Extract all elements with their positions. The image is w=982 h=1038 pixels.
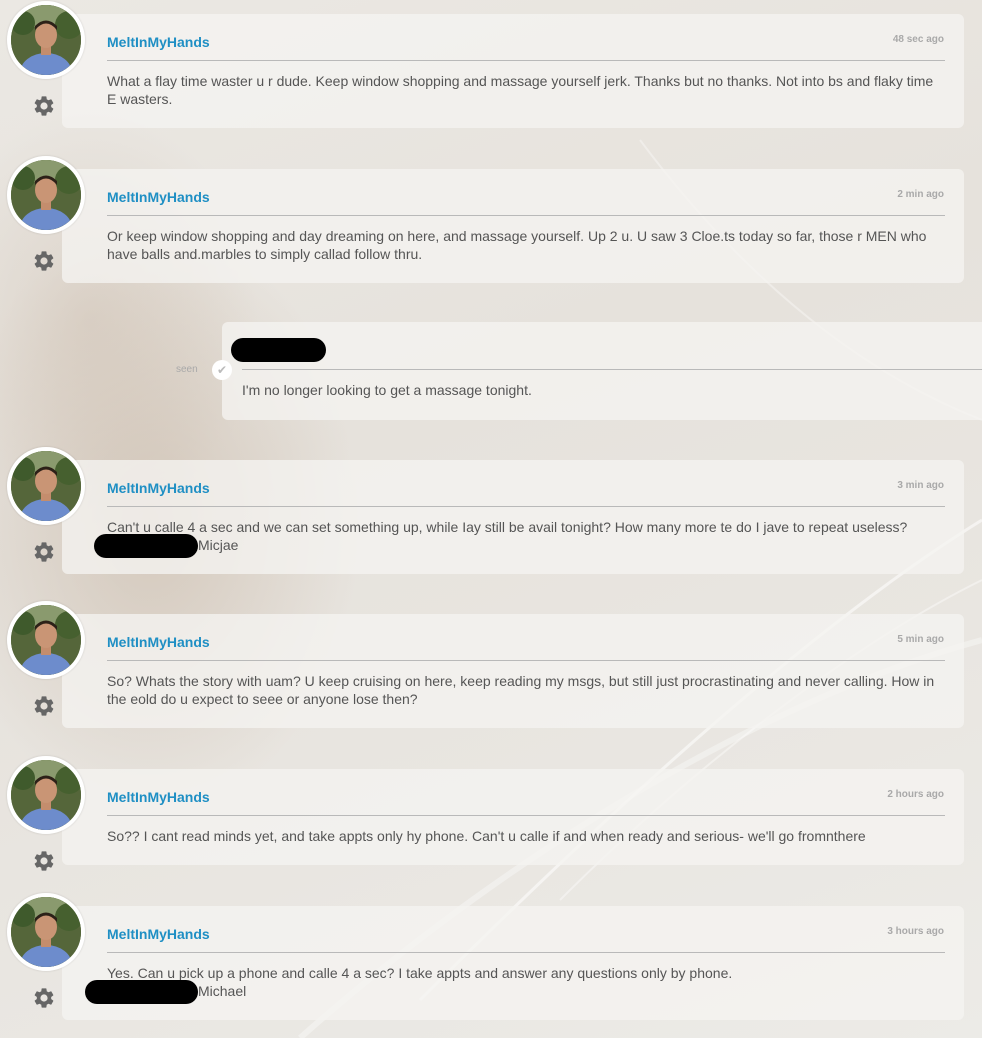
message-item: MeltInMyHands 3 hours ago Yes. Can u pic… — [0, 892, 982, 1032]
message-text: Or keep window shopping and day dreaming… — [107, 228, 927, 262]
sender-name[interactable]: MeltInMyHands — [107, 634, 210, 650]
redaction — [85, 980, 198, 1004]
message-item: MeltInMyHands 3 min ago Can't u calle 4 … — [0, 446, 982, 586]
redaction — [231, 338, 326, 362]
message-bubble: MeltInMyHands 2 min ago Or keep window s… — [62, 169, 964, 283]
checkmark-icon: ✔ — [212, 360, 232, 380]
message-bubble: MeltInMyHands 48 sec ago What a flay tim… — [62, 14, 964, 128]
message-timestamp: 2 hours ago — [887, 789, 944, 800]
gear-icon[interactable] — [32, 540, 56, 564]
redaction — [94, 534, 198, 558]
avatar[interactable] — [7, 893, 85, 971]
reply-text: I'm no longer looking to get a massage t… — [242, 382, 532, 398]
avatar[interactable] — [7, 601, 85, 679]
message-bubble: MeltInMyHands 3 min ago Can't u calle 4 … — [62, 460, 964, 574]
message-item: MeltInMyHands 2 min ago Or keep window s… — [0, 155, 982, 295]
message-bubble: MeltInMyHands 3 hours ago Yes. Can u pic… — [62, 906, 964, 1020]
divider — [107, 660, 945, 661]
gear-icon[interactable] — [32, 249, 56, 273]
avatar[interactable] — [7, 1, 85, 79]
sender-name[interactable]: MeltInMyHands — [107, 480, 210, 496]
message-text: What a flay time waster u r dude. Keep w… — [107, 73, 934, 107]
seen-label: seen — [176, 364, 198, 375]
gear-icon[interactable] — [32, 94, 56, 118]
message-body: Yes. Can u pick up a phone and calle 4 a… — [107, 965, 733, 981]
reply-bubble: I'm no longer looking to get a massage t… — [222, 322, 982, 420]
message-timestamp: 3 hours ago — [887, 926, 944, 937]
divider — [107, 815, 945, 816]
message-timestamp: 2 min ago — [897, 189, 944, 200]
sender-name[interactable]: MeltInMyHands — [107, 926, 210, 942]
divider — [107, 506, 945, 507]
message-body: Can't u calle 4 a sec and we can set som… — [107, 519, 908, 535]
message-timestamp: 3 min ago — [897, 480, 944, 491]
gear-icon[interactable] — [32, 849, 56, 873]
divider — [107, 215, 945, 216]
gear-icon[interactable] — [32, 986, 56, 1010]
gear-icon[interactable] — [32, 694, 56, 718]
reply-item: I'm no longer looking to get a massage t… — [0, 322, 982, 422]
message-text: So? Whats the story with uam? U keep cru… — [107, 673, 935, 707]
avatar[interactable] — [7, 156, 85, 234]
message-signature: Michael — [198, 983, 247, 999]
message-item: MeltInMyHands 5 min ago So? Whats the st… — [0, 600, 982, 740]
sender-name[interactable]: MeltInMyHands — [107, 34, 210, 50]
message-text: So?? I cant read minds yet, and take app… — [107, 828, 866, 844]
message-item: MeltInMyHands 2 hours ago So?? I cant re… — [0, 755, 982, 875]
divider — [107, 952, 945, 953]
avatar[interactable] — [7, 447, 85, 525]
message-item: MeltInMyHands 48 sec ago What a flay tim… — [0, 0, 982, 140]
avatar[interactable] — [7, 756, 85, 834]
message-bubble: MeltInMyHands 5 min ago So? Whats the st… — [62, 614, 964, 728]
sender-name[interactable]: MeltInMyHands — [107, 189, 210, 205]
message-bubble: MeltInMyHands 2 hours ago So?? I cant re… — [62, 769, 964, 865]
message-text: Can't u calle 4 a sec and we can set som… — [107, 518, 936, 554]
sender-name[interactable]: MeltInMyHands — [107, 789, 210, 805]
message-timestamp: 48 sec ago — [892, 34, 944, 45]
message-text: Yes. Can u pick up a phone and calle 4 a… — [107, 964, 936, 1000]
message-timestamp: 5 min ago — [897, 634, 944, 645]
divider — [107, 60, 945, 61]
divider — [242, 369, 982, 370]
message-signature: Micjae — [198, 537, 239, 553]
